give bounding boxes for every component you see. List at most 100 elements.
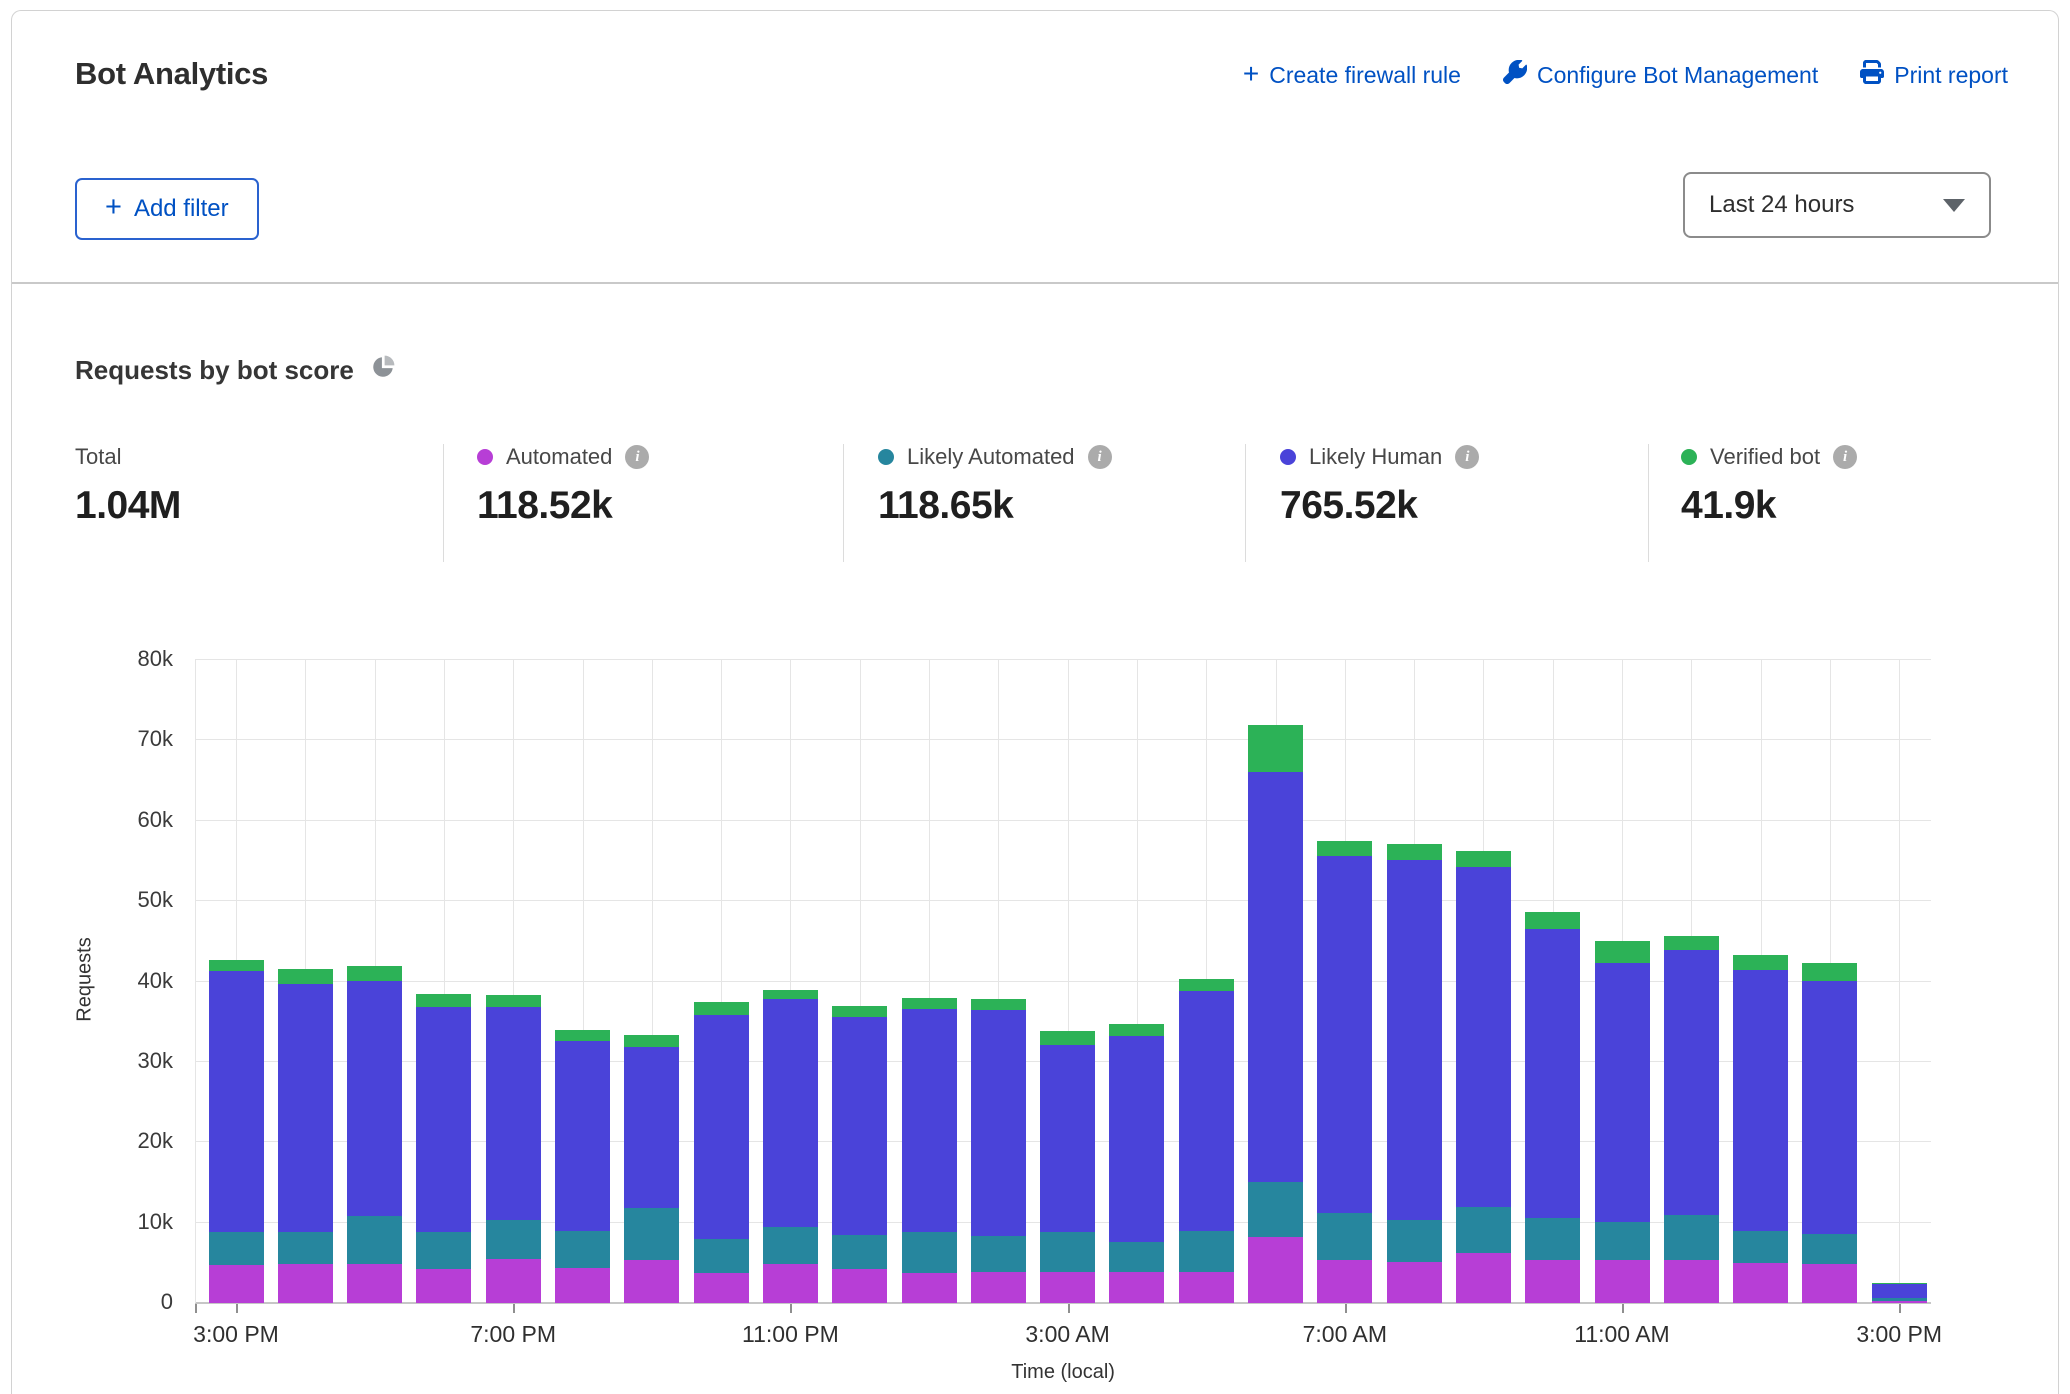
bar-segment-automated bbox=[763, 1264, 818, 1303]
bar-stack[interactable] bbox=[1387, 844, 1442, 1303]
info-icon[interactable]: i bbox=[625, 445, 649, 469]
bar-segment-automated bbox=[694, 1273, 749, 1303]
time-range-dropdown[interactable]: Last 24 hours bbox=[1683, 172, 1991, 238]
bar-segment-automated bbox=[209, 1265, 264, 1303]
bar-segment-automated bbox=[971, 1272, 1026, 1303]
bar-segment-likely-human bbox=[624, 1047, 679, 1209]
bar-stack[interactable] bbox=[1179, 979, 1234, 1303]
configure-bot-management-label: Configure Bot Management bbox=[1537, 62, 1818, 89]
bar-segment-verified-bot bbox=[694, 1002, 749, 1016]
bar-stack[interactable] bbox=[416, 994, 471, 1303]
bar-segment-likely-human bbox=[416, 1007, 471, 1232]
bar-segment-automated bbox=[1872, 1301, 1927, 1303]
bar-segment-likely-human bbox=[1040, 1045, 1095, 1232]
bar-stack[interactable] bbox=[1595, 941, 1650, 1303]
bar-segment-automated bbox=[416, 1269, 471, 1303]
bar-segment-verified-bot bbox=[1802, 963, 1857, 981]
bar-segment-likely-human bbox=[555, 1041, 610, 1231]
bar-segment-verified-bot bbox=[555, 1030, 610, 1041]
bar-segment-likely-automated bbox=[209, 1232, 264, 1265]
bar-segment-automated bbox=[347, 1264, 402, 1303]
bar-stack[interactable] bbox=[347, 966, 402, 1303]
bar-stack[interactable] bbox=[1802, 963, 1857, 1303]
stat-likely-automated-label: Likely Automated bbox=[907, 444, 1075, 470]
bar-stack[interactable] bbox=[694, 1002, 749, 1303]
wrench-icon bbox=[1503, 60, 1527, 90]
bar-segment-verified-bot bbox=[1664, 936, 1719, 950]
stat-total: Total 1.04M bbox=[75, 444, 181, 528]
bar-stack[interactable] bbox=[1872, 1283, 1927, 1303]
stat-likely-automated: Likely Automated i 118.65k bbox=[878, 444, 1112, 528]
info-icon[interactable]: i bbox=[1455, 445, 1479, 469]
bar-stack[interactable] bbox=[1664, 936, 1719, 1303]
bar-segment-likely-automated bbox=[278, 1232, 333, 1264]
stat-likely-automated-value: 118.65k bbox=[878, 484, 1112, 528]
bar-stack[interactable] bbox=[209, 960, 264, 1303]
bar-segment-likely-automated bbox=[1733, 1231, 1788, 1263]
bar-segment-likely-human bbox=[1595, 963, 1650, 1222]
bar-stack[interactable] bbox=[1040, 1031, 1095, 1303]
bar-segment-automated bbox=[1802, 1264, 1857, 1303]
bar-segment-likely-human bbox=[1664, 950, 1719, 1215]
bar-segment-verified-bot bbox=[1525, 912, 1580, 929]
bar-segment-verified-bot bbox=[1595, 941, 1650, 964]
bar-segment-likely-human bbox=[1317, 856, 1372, 1213]
bar-segment-automated bbox=[555, 1268, 610, 1303]
bar-stack[interactable] bbox=[624, 1035, 679, 1303]
bar-segment-likely-human bbox=[1248, 772, 1303, 1183]
configure-bot-management-link[interactable]: Configure Bot Management bbox=[1503, 60, 1818, 90]
header-divider bbox=[12, 282, 2058, 284]
bar-stack[interactable] bbox=[971, 999, 1026, 1303]
bar-segment-verified-bot bbox=[347, 966, 402, 981]
bar-stack[interactable] bbox=[1456, 851, 1511, 1303]
bar-stack[interactable] bbox=[1733, 955, 1788, 1303]
time-range-value: Last 24 hours bbox=[1709, 191, 1854, 219]
bar-stack[interactable] bbox=[832, 1006, 887, 1303]
bar-stack[interactable] bbox=[486, 995, 541, 1303]
stat-total-value: 1.04M bbox=[75, 484, 181, 528]
bar-segment-likely-automated bbox=[694, 1239, 749, 1273]
bar-segment-automated bbox=[1040, 1272, 1095, 1303]
bar-segment-likely-automated bbox=[1109, 1242, 1164, 1273]
bar-stack[interactable] bbox=[902, 998, 957, 1303]
bar-stack[interactable] bbox=[1248, 725, 1303, 1303]
stat-automated-label: Automated bbox=[506, 444, 612, 470]
print-report-link[interactable]: Print report bbox=[1860, 60, 2008, 90]
section-title: Requests by bot score bbox=[75, 355, 354, 386]
bar-segment-likely-automated bbox=[763, 1227, 818, 1264]
bar-segment-automated bbox=[486, 1259, 541, 1303]
bar-segment-verified-bot bbox=[1109, 1024, 1164, 1036]
stat-divider bbox=[843, 444, 844, 562]
add-filter-button[interactable]: + Add filter bbox=[75, 178, 259, 240]
bar-segment-automated bbox=[1595, 1260, 1650, 1303]
create-firewall-rule-link[interactable]: + Create firewall rule bbox=[1243, 61, 1461, 89]
chevron-down-icon bbox=[1943, 199, 1965, 212]
info-icon[interactable]: i bbox=[1088, 445, 1112, 469]
bar-segment-likely-human bbox=[1456, 867, 1511, 1207]
bar-segment-likely-automated bbox=[1387, 1220, 1442, 1262]
bar-segment-likely-automated bbox=[624, 1208, 679, 1260]
stat-automated-value: 118.52k bbox=[477, 484, 649, 528]
bar-segment-likely-human bbox=[763, 999, 818, 1227]
bar-stack[interactable] bbox=[1109, 1024, 1164, 1303]
stat-verified-bot: Verified bot i 41.9k bbox=[1681, 444, 1857, 528]
bar-stack[interactable] bbox=[555, 1030, 610, 1303]
bar-segment-verified-bot bbox=[971, 999, 1026, 1010]
header-actions: + Create firewall rule Configure Bot Man… bbox=[1243, 60, 2008, 90]
plus-icon: + bbox=[105, 191, 122, 224]
automated-legend-dot bbox=[477, 449, 493, 465]
bar-stack[interactable] bbox=[1525, 912, 1580, 1303]
bar-segment-automated bbox=[1179, 1272, 1234, 1303]
bar-segment-automated bbox=[1109, 1272, 1164, 1303]
bar-segment-verified-bot bbox=[763, 990, 818, 1000]
stat-likely-human-label: Likely Human bbox=[1309, 444, 1442, 470]
bar-stack[interactable] bbox=[278, 969, 333, 1303]
info-icon[interactable]: i bbox=[1833, 445, 1857, 469]
bar-segment-likely-human bbox=[832, 1017, 887, 1236]
bar-segment-automated bbox=[832, 1269, 887, 1303]
bar-segment-likely-human bbox=[1733, 970, 1788, 1230]
bar-stack[interactable] bbox=[1317, 841, 1372, 1303]
stat-likely-human: Likely Human i 765.52k bbox=[1280, 444, 1479, 528]
bar-stack[interactable] bbox=[763, 990, 818, 1303]
bar-segment-likely-automated bbox=[1456, 1207, 1511, 1253]
